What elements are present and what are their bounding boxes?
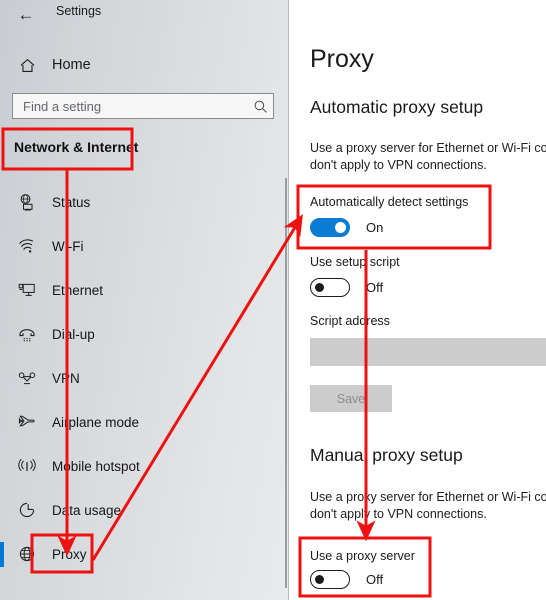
automatic-proxy-setup-heading: Automatic proxy setup [310,97,484,117]
sidebar-item-status-label: Status [52,194,91,210]
sidebar-item-airplane-mode[interactable]: Airplane mode [0,400,288,444]
back-arrow-icon[interactable]: ← [14,3,38,27]
sidebar-item-dialup-label: Dial-up [52,326,95,342]
search-icon[interactable] [247,99,273,114]
use-setup-script-toggle[interactable] [310,278,350,297]
use-setup-script-state: Off [366,280,384,295]
sidebar-item-proxy[interactable]: Proxy [0,532,288,576]
automatic-proxy-description-line1: Use a proxy server for Ethernet or Wi-Fi… [310,141,546,155]
use-proxy-server-toggle[interactable] [310,570,350,589]
sidebar-item-wifi-label: Wi-Fi [52,238,84,254]
use-setup-script-label: Use setup script [310,255,400,269]
toggle-knob [335,222,346,233]
sidebar-item-dialup[interactable]: Dial-up [0,312,288,356]
use-proxy-server-toggle-row[interactable]: Off [310,570,383,589]
app-title: Settings [56,4,102,18]
selection-indicator [0,542,4,567]
sidebar-category-title: Network & Internet [14,139,139,155]
vpn-icon [8,369,46,387]
airplane-icon [8,413,46,431]
save-button[interactable]: Save [310,385,392,412]
search-box[interactable] [12,93,274,119]
use-proxy-server-label: Use a proxy server [310,549,415,563]
sidebar-item-home-label: Home [52,57,91,73]
dialup-phone-icon [8,325,46,343]
automatic-proxy-description-line2: don't apply to VPN connections. [310,158,487,172]
sidebar-item-mobile-hotspot[interactable]: Mobile hotspot [0,444,288,488]
home-icon [8,57,46,74]
manual-proxy-setup-heading: Manual proxy setup [310,445,463,465]
use-proxy-server-state: Off [366,572,384,587]
window-titlebar: ← Settings [0,0,288,30]
sidebar-nav-list: Status Wi-Fi Ethernet Dial-up VPN Airpla… [0,180,288,576]
settings-window: ← Settings Home Network & Internet [0,0,546,600]
toggle-knob [315,283,324,292]
sidebar-scrollbar[interactable] [285,178,287,588]
sidebar-item-ethernet[interactable]: Ethernet [0,268,288,312]
proxy-settings-panel: Proxy Automatic proxy setup Use a proxy … [289,0,546,600]
toggle-knob [315,575,324,584]
sidebar-item-mobile-hotspot-label: Mobile hotspot [52,458,140,474]
sidebar-item-vpn-label: VPN [52,370,80,386]
sidebar-item-home[interactable]: Home [0,50,288,80]
auto-detect-settings-toggle-row[interactable]: On [310,218,383,237]
sidebar-item-ethernet-label: Ethernet [52,282,104,298]
ethernet-icon [8,281,46,299]
settings-sidebar: ← Settings Home Network & Internet [0,0,288,600]
script-address-input[interactable] [310,338,546,366]
auto-detect-settings-label: Automatically detect settings [310,195,469,209]
wifi-icon [8,237,46,255]
sidebar-item-data-usage-label: Data usage [52,502,122,518]
auto-detect-settings-toggle[interactable] [310,218,350,237]
sidebar-item-status[interactable]: Status [0,180,288,224]
sidebar-item-wifi[interactable]: Wi-Fi [0,224,288,268]
data-usage-pie-icon [8,501,46,519]
hotspot-antenna-icon [8,457,46,475]
sidebar-item-proxy-label: Proxy [52,546,87,562]
sidebar-item-vpn[interactable]: VPN [0,356,288,400]
use-setup-script-toggle-row[interactable]: Off [310,278,383,297]
sidebar-item-airplane-mode-label: Airplane mode [52,414,140,430]
auto-detect-settings-state: On [366,220,384,235]
page-title: Proxy [310,45,374,73]
script-address-label: Script address [310,314,390,328]
status-globe-icon [8,193,46,211]
manual-proxy-description-line1: Use a proxy server for Ethernet or Wi-Fi… [310,490,546,504]
globe-icon [8,545,46,563]
sidebar-item-data-usage[interactable]: Data usage [0,488,288,532]
search-input[interactable] [13,94,247,118]
manual-proxy-description-line2: don't apply to VPN connections. [310,507,487,521]
